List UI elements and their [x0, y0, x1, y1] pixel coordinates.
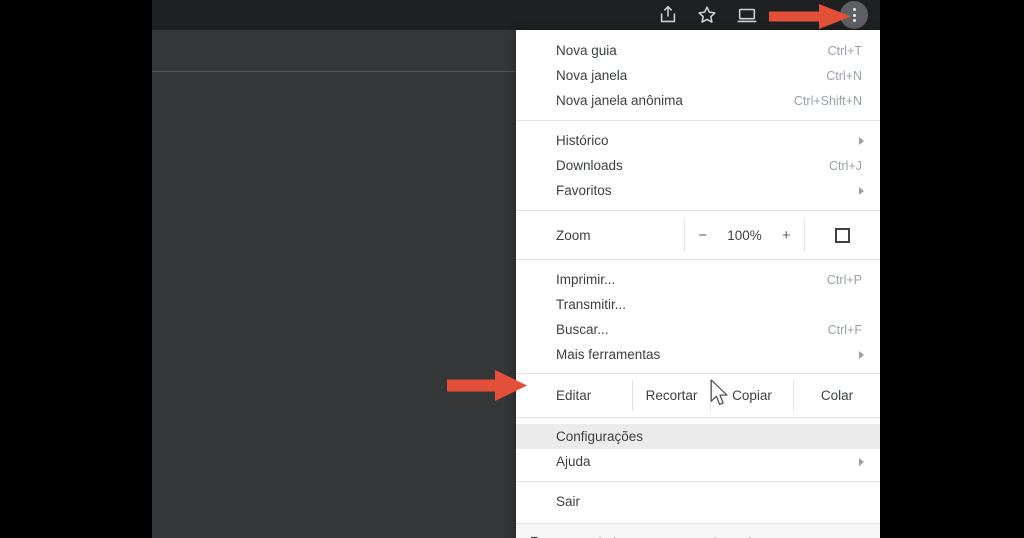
menu-item-accelerator: Ctrl+Shift+N: [793, 93, 862, 108]
managed-by-text: Gerenciado por tecnospeed.com.br: [556, 535, 760, 538]
arrow-to-menu-button: [769, 4, 851, 29]
chevron-right-icon: [859, 186, 864, 195]
fullscreen-icon: [835, 227, 850, 243]
chevron-right-icon: [859, 457, 864, 466]
menu-item-history[interactable]: Histórico: [516, 128, 880, 153]
menu-item-label: Ajuda: [556, 454, 591, 469]
menu-item-accelerator: Ctrl+F: [827, 322, 862, 337]
menu-row-edit: Editar Recortar Copiar Colar: [516, 380, 880, 411]
menu-divider: [516, 120, 880, 121]
zoom-level-value: 100%: [727, 227, 762, 243]
menu-divider: [516, 373, 880, 374]
managed-by-footer: Gerenciado por tecnospeed.com.br: [516, 523, 880, 538]
menu-item-bookmarks[interactable]: Favoritos: [516, 178, 880, 203]
menu-item-label: Buscar...: [556, 322, 609, 337]
menu-item-label: Nova janela: [556, 68, 628, 83]
cut-button[interactable]: Recortar: [632, 380, 710, 411]
menu-item-more-tools[interactable]: Mais ferramentas: [516, 342, 880, 367]
share-icon[interactable]: [657, 4, 679, 26]
menu-item-label: Histórico: [556, 133, 609, 148]
menu-row-zoom: Zoom − 100% +: [516, 218, 880, 252]
menu-divider: [516, 417, 880, 418]
menu-item-cast[interactable]: Transmitir...: [516, 292, 880, 317]
menu-item-find[interactable]: Buscar... Ctrl+F: [516, 317, 880, 342]
menu-item-label: Configurações: [556, 429, 644, 444]
menu-divider: [516, 259, 880, 260]
menu-item-print[interactable]: Imprimir... Ctrl+P: [516, 267, 880, 292]
menu-item-label: Nova guia: [556, 43, 617, 58]
menu-item-label: Imprimir...: [556, 272, 616, 287]
menu-item-new-incognito-window[interactable]: Nova janela anônima Ctrl+Shift+N: [516, 88, 880, 113]
menu-item-label: Nova janela anônima: [556, 93, 683, 108]
bookmark-star-icon[interactable]: [696, 4, 718, 26]
edit-label: Editar: [556, 388, 592, 403]
chrome-main-menu: Nova guia Ctrl+T Nova janela Ctrl+N Nova…: [516, 30, 880, 538]
zoom-controls: − 100% +: [684, 218, 805, 252]
menu-dot-2: [852, 13, 856, 17]
letterbox-right: [880, 0, 1024, 538]
menu-item-accelerator: Ctrl+J: [829, 158, 862, 173]
arrow-to-settings: [447, 370, 527, 401]
menu-item-accelerator: Ctrl+N: [826, 68, 862, 83]
screenshot-root: Nova guia Ctrl+T Nova janela Ctrl+N Nova…: [0, 0, 1024, 538]
cast-screen-icon[interactable]: [736, 4, 758, 26]
menu-item-exit[interactable]: Sair: [516, 489, 880, 514]
menu-item-label: Sair: [556, 494, 581, 509]
mouse-cursor: [710, 379, 728, 405]
enterprise-building-icon: [530, 535, 545, 538]
menu-divider: [516, 210, 880, 211]
menu-dot-3: [852, 19, 856, 22]
chevron-right-icon: [859, 350, 864, 359]
zoom-out-button[interactable]: −: [692, 227, 714, 244]
menu-item-accelerator: Ctrl+T: [827, 43, 862, 58]
menu-item-new-tab[interactable]: Nova guia Ctrl+T: [516, 38, 880, 63]
menu-item-label: Mais ferramentas: [556, 347, 661, 362]
menu-item-label: Transmitir...: [556, 297, 627, 312]
menu-divider: [516, 481, 880, 482]
menu-item-label: Downloads: [556, 158, 623, 173]
chevron-right-icon: [859, 136, 864, 145]
menu-item-help[interactable]: Ajuda: [516, 449, 880, 474]
zoom-label: Zoom: [556, 227, 591, 243]
paste-button[interactable]: Colar: [793, 380, 880, 411]
menu-item-settings[interactable]: Configurações: [516, 424, 880, 449]
letterbox-left: [0, 0, 152, 538]
zoom-in-button[interactable]: +: [775, 227, 797, 244]
menu-item-new-window[interactable]: Nova janela Ctrl+N: [516, 63, 880, 88]
menu-item-accelerator: Ctrl+P: [826, 272, 862, 287]
menu-item-downloads[interactable]: Downloads Ctrl+J: [516, 153, 880, 178]
menu-item-label: Favoritos: [556, 183, 612, 198]
menu-dot-1: [852, 8, 856, 11]
fullscreen-button[interactable]: [805, 218, 880, 252]
